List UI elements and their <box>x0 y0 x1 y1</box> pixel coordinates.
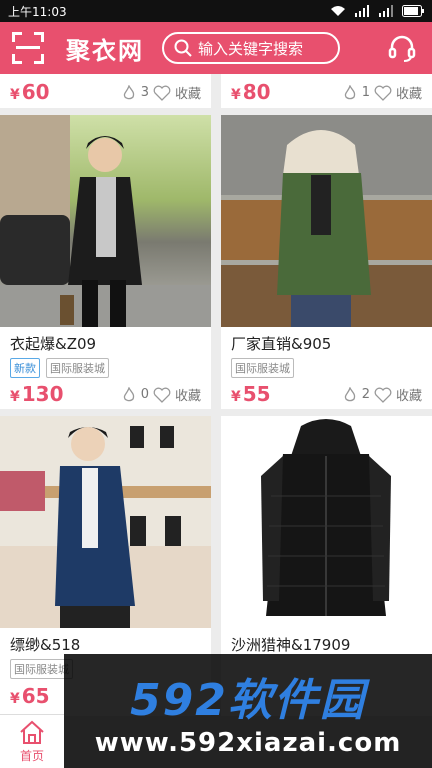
product-image[interactable] <box>221 416 432 628</box>
product-meta: 1 收藏 <box>342 83 422 102</box>
price: ¥55 <box>231 382 271 406</box>
product-name: 沙洲猎神&17909 <box>231 636 351 654</box>
signal-icon <box>355 5 369 17</box>
home-label: 首页 <box>19 749 44 763</box>
product-meta: 2 收藏 <box>342 385 422 404</box>
bottom-nav-home[interactable]: 首页 <box>0 714 64 768</box>
tag-market: 国际服装城 <box>231 358 294 378</box>
search-placeholder: 输入关键字搜索 <box>198 39 304 58</box>
header-bar: 聚衣网 输入关键字搜索 <box>0 22 432 74</box>
product-name: 衣起爆&Z09 <box>10 335 97 353</box>
like-count: 0 <box>140 387 149 402</box>
price: ¥65 <box>10 684 50 708</box>
product-card[interactable]: 衣起爆&Z09 新款 国际服装城 ¥130 0 收藏 <box>0 115 211 409</box>
price: ¥130 <box>10 382 64 406</box>
tag-market: 国际服装城 <box>46 358 109 378</box>
favorite-label[interactable]: 收藏 <box>175 385 201 404</box>
product-meta: 3 收藏 <box>121 83 201 102</box>
status-time: 上午11:03 <box>8 4 67 19</box>
watermark-url: www.592xiazai.com <box>94 728 402 758</box>
product-name: 缥缈&518 <box>10 636 81 654</box>
product-image[interactable] <box>0 115 211 327</box>
battery-icon <box>402 5 424 17</box>
product-card[interactable]: 厂家直销&905 国际服装城 ¥55 2 收藏 <box>221 115 432 409</box>
like-count: 3 <box>140 85 149 100</box>
flame-icon <box>123 386 134 401</box>
product-card[interactable]: ¥60 3 收藏 <box>0 74 211 108</box>
product-tags: 国际服装城 <box>231 358 294 378</box>
heart-icon[interactable] <box>374 85 392 101</box>
watermark-brand: 592软件园 <box>130 675 366 726</box>
product-card[interactable]: ¥80 1 收藏 <box>221 74 432 108</box>
flame-icon <box>344 386 355 401</box>
scan-icon <box>12 32 44 64</box>
wifi-icon <box>331 6 345 16</box>
customer-service-button[interactable] <box>386 32 418 64</box>
heart-icon[interactable] <box>153 85 171 101</box>
like-count: 2 <box>361 387 370 402</box>
price: ¥80 <box>231 80 271 104</box>
tag-new: 新款 <box>10 358 40 378</box>
product-name: 厂家直销&905 <box>231 335 332 353</box>
flame-icon <box>344 84 355 99</box>
headset-icon <box>388 35 416 62</box>
search-input[interactable]: 输入关键字搜索 <box>162 32 340 64</box>
price: ¥60 <box>10 80 50 104</box>
home-icon <box>20 720 44 744</box>
signal-icon <box>379 5 393 17</box>
search-icon <box>174 39 192 57</box>
favorite-label[interactable]: 收藏 <box>175 83 201 102</box>
like-count: 1 <box>361 85 370 100</box>
flame-icon <box>123 84 134 99</box>
product-tags: 新款 国际服装城 <box>10 358 109 378</box>
favorite-label[interactable]: 收藏 <box>396 83 422 102</box>
favorite-label[interactable]: 收藏 <box>396 385 422 404</box>
scan-button[interactable] <box>12 32 44 64</box>
heart-icon[interactable] <box>374 387 392 403</box>
heart-icon[interactable] <box>153 387 171 403</box>
status-bar: 上午11:03 <box>0 0 432 22</box>
app-title: 聚衣网 <box>66 36 144 65</box>
watermark: 592软件园 www.592xiazai.com <box>64 654 432 768</box>
product-meta: 0 收藏 <box>121 385 201 404</box>
product-image[interactable] <box>0 416 211 628</box>
product-image[interactable] <box>221 115 432 327</box>
